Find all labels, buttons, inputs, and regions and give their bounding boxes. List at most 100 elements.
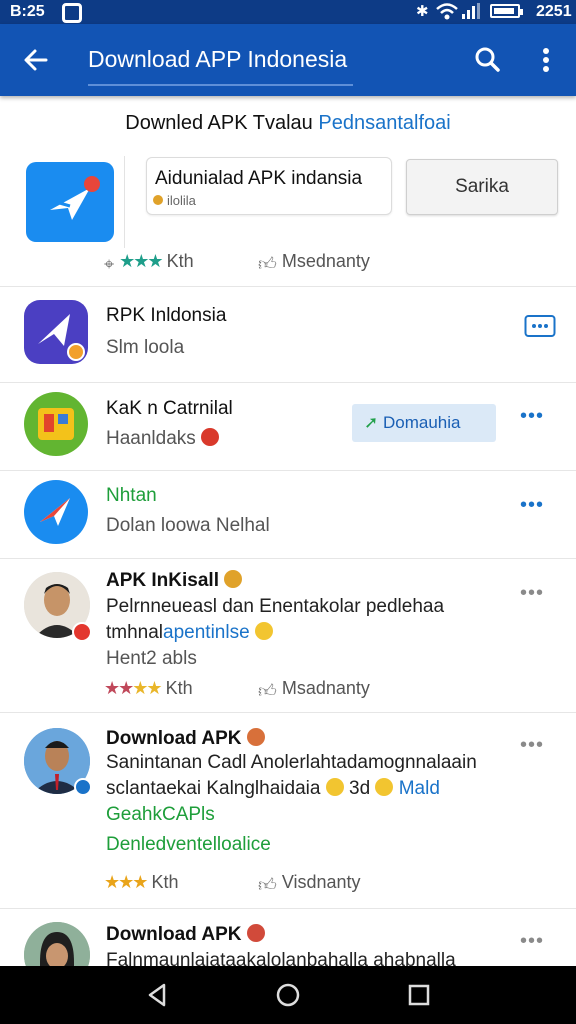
more-dots-icon[interactable]: ••• <box>520 734 544 757</box>
emoji-icon <box>246 924 265 942</box>
divider <box>0 286 576 287</box>
chat-box-icon[interactable] <box>524 314 556 340</box>
app-title-1[interactable]: RPK Inldonsia <box>106 305 226 327</box>
badge-icon <box>72 622 92 642</box>
app-title-3[interactable]: Nhtan <box>106 485 157 507</box>
back-nav-icon[interactable] <box>142 980 172 1010</box>
home-nav-icon[interactable] <box>273 980 303 1010</box>
heading-main: Downled APK Tvalau <box>125 112 313 134</box>
post-meta-right: Visdnanty <box>281 872 361 892</box>
featured-app-sub: ilolila <box>167 193 196 208</box>
more-dots-icon[interactable]: ••• <box>520 930 544 953</box>
download-button-label: Domauhia <box>382 413 461 432</box>
post-meta-left: Kth <box>151 872 179 892</box>
post-rating: ★★★ Kth <box>104 872 178 893</box>
recents-nav-icon[interactable] <box>404 980 434 1010</box>
rating-stars-icon: ★★★ <box>119 251 163 271</box>
status-time: B:25 <box>10 3 45 20</box>
app-subtitle-3: Dolan loowa Nelhal <box>106 515 270 536</box>
more-dots-icon[interactable]: ••• <box>520 405 544 428</box>
battery-icon <box>490 4 523 18</box>
featured-app-icon[interactable] <box>26 162 114 242</box>
more-dots-icon[interactable]: ••• <box>520 582 544 605</box>
app-icon-2[interactable] <box>24 392 88 456</box>
paper-plane-icon <box>40 498 70 526</box>
signal-icon <box>462 3 480 19</box>
post-meta-left: Kth <box>165 678 193 698</box>
post-rating: ★★★★ Kth <box>104 678 193 699</box>
paper-plane-icon <box>50 176 100 220</box>
post-text-2b: apentinlse <box>163 622 250 643</box>
post-link[interactable]: GeahkCAPls <box>106 804 215 826</box>
featured-action-button[interactable]: Sarika <box>406 159 558 215</box>
post-text-2-accent: Mald <box>398 778 440 799</box>
rating-stars-icon: ★★★★ <box>104 678 163 698</box>
post-text-3: Hent2 abls <box>106 648 197 669</box>
notification-icon <box>62 3 82 23</box>
hero-likes[interactable]: 👍︎ Msednanty <box>258 251 370 275</box>
rating-stars-icon: ★★★ <box>104 872 148 892</box>
thumbs-up-icon: 👍︎ <box>258 254 277 274</box>
hero-divider <box>124 156 125 248</box>
post-title-2-text: Download APK <box>106 728 242 749</box>
send-arrow-icon <box>38 314 85 361</box>
app-subtitle-2-text: Haanldaks <box>106 428 196 449</box>
post-title-1-text: APK InKisall <box>106 570 219 591</box>
download-button[interactable]: ➚ Domauhia <box>352 404 496 442</box>
emoji-icon <box>224 570 243 588</box>
more-dots-icon[interactable]: ••• <box>520 494 544 517</box>
post-title-3-text: Download APK <box>106 924 242 945</box>
verified-badge-icon <box>74 778 92 796</box>
divider <box>0 908 576 909</box>
emoji-icon <box>375 778 394 796</box>
section-heading: Downled APK Tvalau Pednsantalfoai <box>0 112 576 135</box>
page-title: Download APP Indonesia <box>88 46 348 72</box>
app-title-2[interactable]: KaK n Catrnilal <box>106 398 233 420</box>
heading-accent: Pednsantalfoai <box>318 112 451 134</box>
app-icon-3[interactable] <box>24 480 88 544</box>
wifi-icon <box>436 3 458 20</box>
featured-app-card[interactable]: Aidunialad APK indansia ilolila <box>146 157 392 215</box>
post-text-2a: tmhnal <box>106 622 164 643</box>
divider <box>0 382 576 383</box>
post-text-2-mid: 3d <box>349 778 371 799</box>
emoji-icon <box>325 778 344 796</box>
emoji-icon <box>246 728 265 746</box>
post-text-2: tmhnalapentinlse <box>106 622 273 644</box>
post-text-4: Denledventelloalice <box>106 834 271 855</box>
emoji-icon <box>201 428 220 446</box>
download-icon: ➚ <box>364 413 379 432</box>
divider <box>0 558 576 559</box>
status-bar: B:25 ✱ 2251 <box>0 0 576 24</box>
more-options-icon[interactable] <box>532 42 560 78</box>
post-likes[interactable]: 👍︎ Msadnanty <box>258 678 370 702</box>
title-underline <box>88 84 353 86</box>
hero-meta-left: Kth <box>166 251 194 271</box>
post-text-2: sclantaekai Kalnglhaidaia 3d Mald <box>106 778 440 800</box>
info-dot-icon <box>153 195 163 205</box>
app-icon-1[interactable] <box>24 300 88 364</box>
app-bar: Download APP Indonesia <box>0 24 576 96</box>
post-text-1: Pelrnneueasl dan Enentakolar pedlehaa <box>106 596 445 617</box>
status-battery-text: 2251 <box>536 3 572 20</box>
post-title-3: Download APK <box>106 924 265 946</box>
post-title-1: APK InKisall <box>106 570 243 592</box>
search-icon[interactable] <box>470 42 506 78</box>
thumbs-up-icon: 👍︎ <box>258 875 277 895</box>
post-text-2a: sclantaekai Kalnglhaidaia <box>106 778 321 799</box>
system-nav-bar <box>0 966 576 1024</box>
bluetooth-icon: ✱ <box>416 3 429 20</box>
app-subtitle-2: Haanldaks <box>106 428 220 450</box>
divider <box>0 470 576 471</box>
back-arrow-icon[interactable] <box>18 42 54 78</box>
post-title-2: Download APK <box>106 728 265 750</box>
app-subtitle-1: Slm loola <box>106 337 185 358</box>
thumbs-up-icon: 👍︎ <box>258 681 277 701</box>
featured-app-title: Aidunialad APK indansia <box>155 168 363 189</box>
hero-meta-right: Msednanty <box>281 251 370 271</box>
tag-icon: ⌖ <box>104 254 115 274</box>
post-text-1: Sanintanan Cadl Anolerlahtadamognnalaain <box>106 752 477 773</box>
divider <box>0 712 576 713</box>
post-likes[interactable]: 👍︎ Visdnanty <box>258 872 361 896</box>
hero-rating: ⌖ ★★★ Kth <box>104 251 194 275</box>
